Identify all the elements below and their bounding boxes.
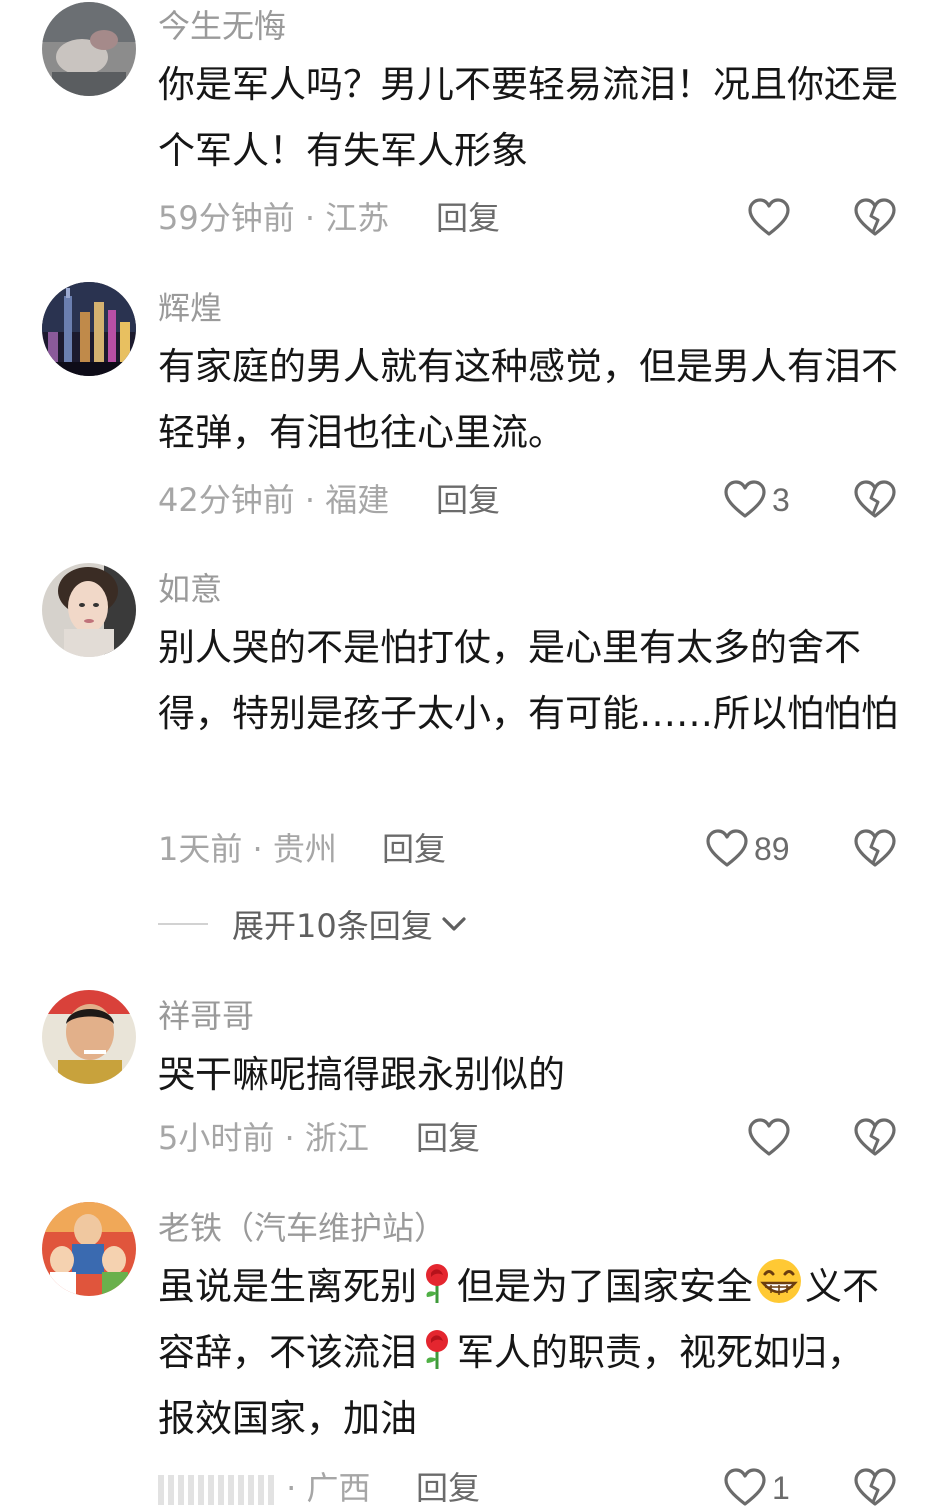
comment-time: 1天前 — [158, 830, 243, 868]
comment-text: 虽说是生离死别 但是为了国家安全 义不容辞，不该流泪 军人的职责，视死如归，报效国家，… — [158, 1254, 898, 1452]
avatar[interactable] — [42, 282, 136, 376]
heart-icon — [724, 480, 766, 518]
time-location: 59分钟前 · 江苏 — [158, 199, 390, 237]
comment-text-part: 但是为了国家安全 — [457, 1265, 753, 1308]
reply-button[interactable]: 回复 — [382, 827, 446, 871]
comment-meta: 59分钟前 · 江苏 回复 — [158, 196, 918, 240]
comment-text: 有家庭的男人就有这种感觉，但是男人有泪不轻弹，有泪也往心里流。 — [158, 345, 898, 454]
comment-meta: 42分钟前 · 福建 回复 3 — [158, 478, 918, 522]
avatar[interactable] — [42, 990, 136, 1084]
broken-heart-icon[interactable] — [854, 1117, 896, 1159]
comment-location: 福建 — [325, 481, 390, 519]
broken-heart-icon[interactable] — [854, 479, 896, 521]
grin-emoji — [757, 1259, 801, 1303]
username[interactable]: 今生无悔 — [158, 6, 286, 46]
comment-time: 5小时前 — [158, 1119, 275, 1157]
comment-text: 哭干嘛呢搞得跟永别似的 — [158, 1053, 565, 1096]
like-count: 3 — [772, 481, 790, 518]
heart-icon — [706, 829, 748, 867]
reply-button[interactable]: 回复 — [416, 1116, 480, 1160]
like-button[interactable]: 89 — [706, 827, 790, 871]
comment-location: 贵州 — [272, 830, 337, 868]
username[interactable]: 祥哥哥 — [158, 996, 254, 1036]
time-location: 42分钟前 · 福建 — [158, 481, 390, 519]
broken-heart-icon[interactable] — [854, 1467, 896, 1509]
divider — [158, 923, 208, 925]
comment-text: 别人哭的不是怕打仗，是心里有太多的舍不得，特别是孩子太小，有可能……所以怕怕怕 — [158, 626, 898, 735]
reply-button[interactable]: 回复 — [416, 1466, 480, 1510]
like-button[interactable]: 1 — [724, 1466, 790, 1510]
reply-button[interactable]: 回复 — [436, 196, 500, 240]
expand-replies-button[interactable]: 展开10条回复 — [158, 902, 467, 946]
comment-location: 江苏 — [325, 199, 390, 237]
reply-button[interactable]: 回复 — [436, 478, 500, 522]
broken-heart-icon[interactable] — [854, 197, 896, 239]
like-button[interactable]: 3 — [724, 478, 790, 522]
rose-emoji — [426, 1264, 448, 1303]
heart-icon — [724, 1468, 766, 1506]
heart-icon — [748, 1118, 790, 1156]
comment-meta: · 广西 回复 1 — [158, 1466, 918, 1510]
comment-time — [158, 1475, 276, 1505]
time-location: 1天前 · 贵州 — [158, 830, 337, 868]
like-button[interactable] — [748, 1116, 796, 1160]
time-location: 5小时前 · 浙江 — [158, 1119, 369, 1157]
broken-heart-icon[interactable] — [854, 828, 896, 870]
comment-location: 广西 — [306, 1469, 371, 1507]
like-count: 89 — [754, 830, 790, 867]
comment-location: 浙江 — [304, 1119, 369, 1157]
avatar[interactable] — [42, 1202, 136, 1296]
username[interactable]: 老铁（汽车维护站） — [158, 1208, 446, 1248]
expand-replies-label: 展开10条回复 — [232, 907, 433, 945]
time-location: · 广西 — [158, 1466, 371, 1510]
comment-time: 59分钟前 — [158, 199, 295, 237]
avatar[interactable] — [42, 563, 136, 657]
comment-text-part: 虽说是生离死别 — [158, 1265, 417, 1308]
comment-text: 你是军人吗？男儿不要轻易流泪！况且你还是个军人！有失军人形象 — [158, 63, 898, 172]
rose-emoji — [426, 1330, 448, 1369]
comment-time: 42分钟前 — [158, 481, 295, 519]
avatar[interactable] — [42, 2, 136, 96]
comment-meta: 1天前 · 贵州 回复 89 — [158, 827, 918, 871]
username[interactable]: 辉煌 — [158, 288, 222, 328]
like-count: 1 — [772, 1469, 790, 1506]
chevron-down-icon — [442, 917, 466, 931]
comment-meta: 5小时前 · 浙江 回复 — [158, 1116, 918, 1160]
like-button[interactable] — [748, 196, 796, 240]
heart-icon — [748, 198, 790, 236]
username[interactable]: 如意 — [158, 569, 222, 609]
